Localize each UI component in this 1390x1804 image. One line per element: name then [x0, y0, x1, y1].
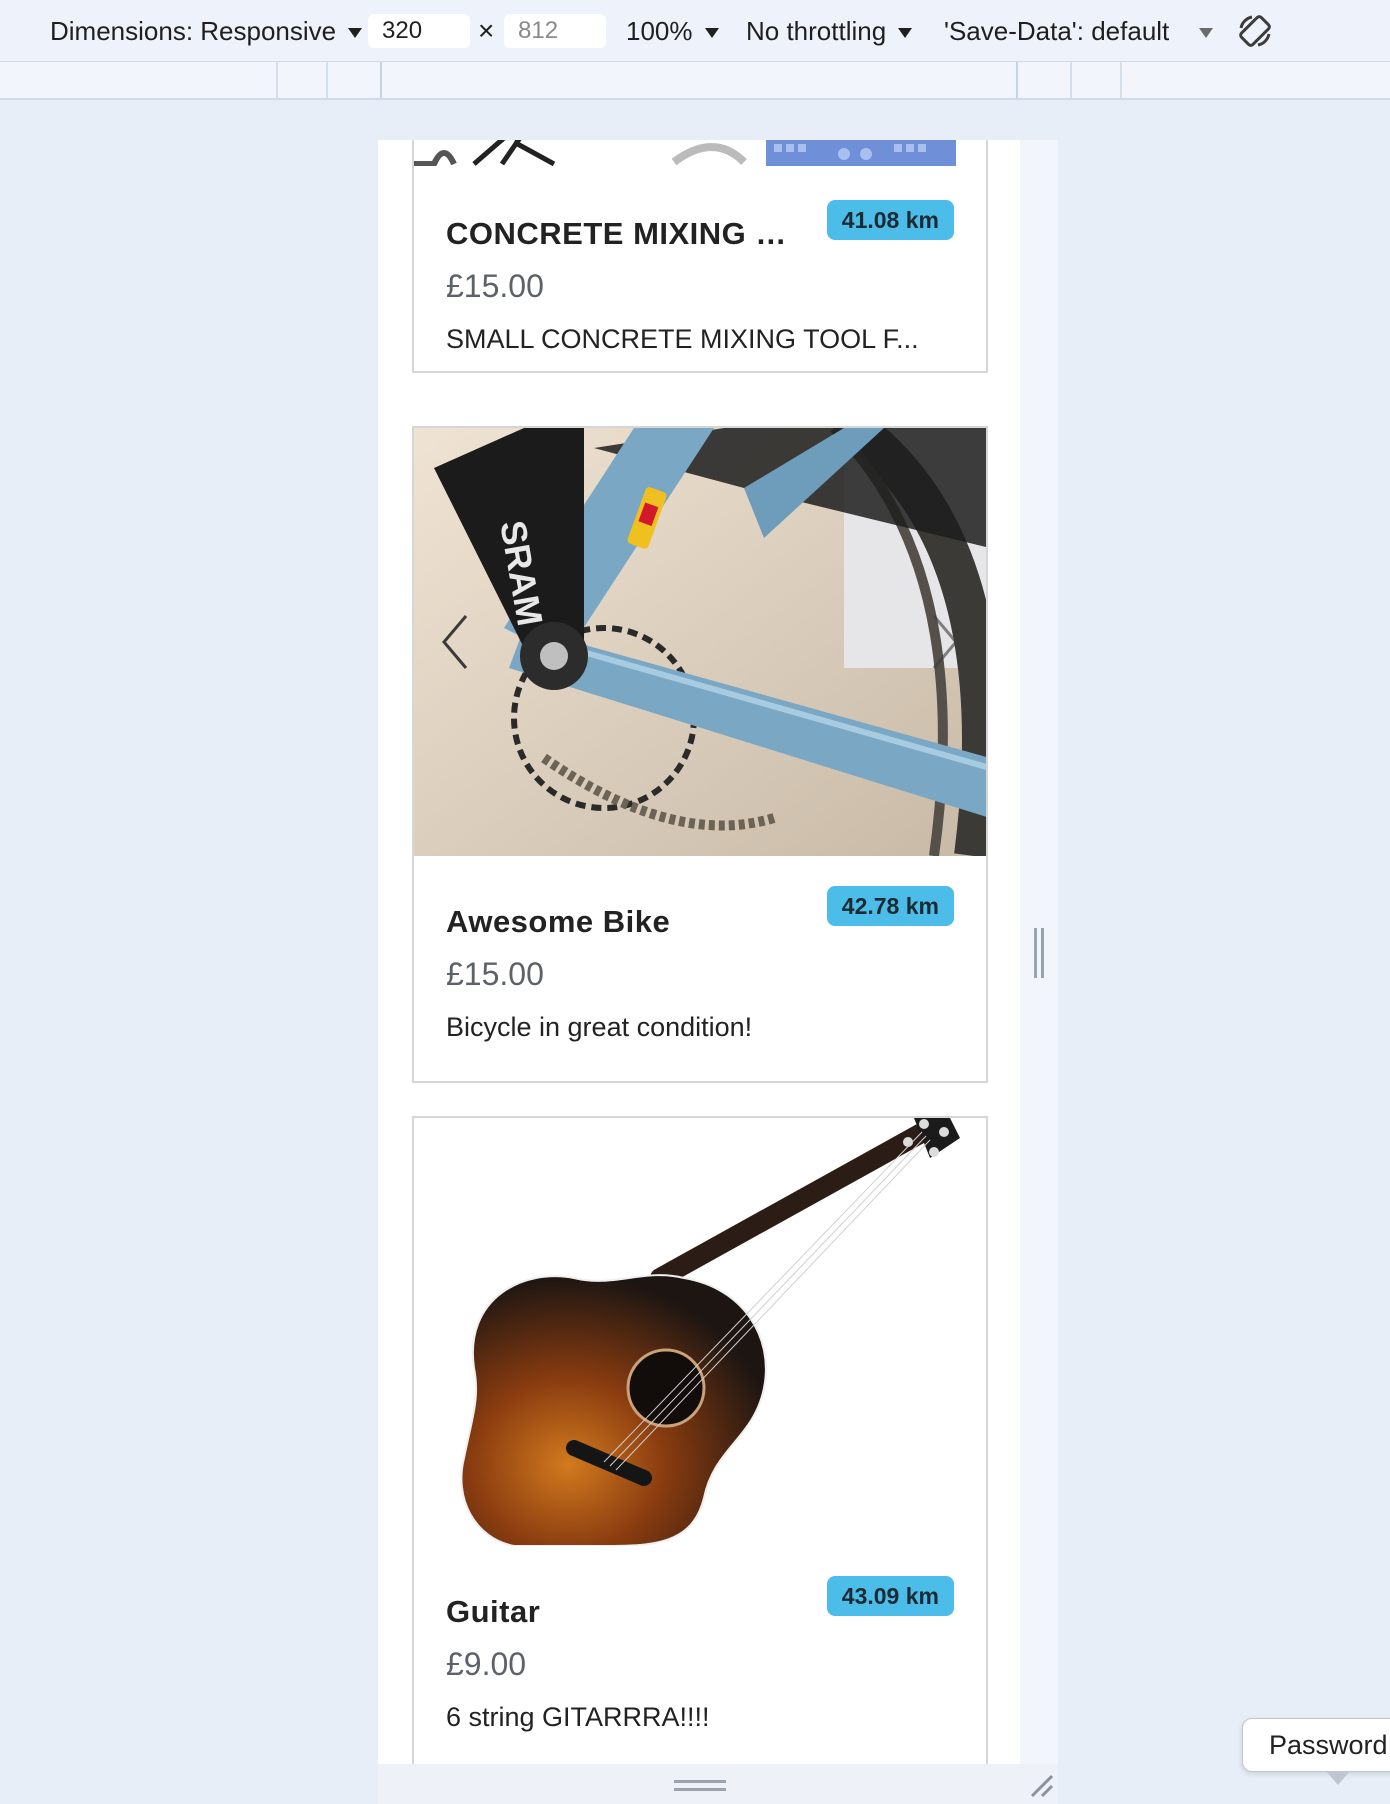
- ruler-tick: [326, 62, 328, 98]
- listing-card[interactable]: 43.09 km Guitar £9.00 6 string GITARRRA!…: [412, 1116, 988, 1764]
- height-input[interactable]: 812: [504, 14, 606, 48]
- chevron-down-icon: [348, 27, 363, 38]
- bottom-resize-strip: [378, 1764, 1058, 1804]
- zoom-label: 100%: [626, 15, 693, 46]
- listing-price: £9.00: [446, 1646, 527, 1682]
- listing-card[interactable]: SRAM 42.78 km Awesome Bike £15.00 Bicycl…: [412, 426, 988, 1083]
- rotate-icon[interactable]: [1236, 0, 1274, 62]
- corner-resize-icon[interactable]: [1028, 1772, 1054, 1798]
- tooltip-arrow: [1326, 1771, 1350, 1785]
- ruler-tick: [1016, 62, 1018, 98]
- listing-image[interactable]: [414, 140, 986, 166]
- width-input[interactable]: 320: [368, 14, 470, 48]
- listing-description: 6 string GITARRRA!!!!: [446, 1702, 710, 1732]
- bike-photo: SRAM: [414, 428, 986, 856]
- chevron-down-icon: [1199, 27, 1214, 38]
- bottom-resize-handle[interactable]: [674, 1780, 726, 1783]
- ruler-tick: [1070, 62, 1072, 98]
- ruler-tick: [276, 62, 278, 98]
- dimensions-label: Dimensions: Responsive: [50, 15, 337, 46]
- dimensions-dropdown[interactable]: Dimensions: Responsive: [50, 0, 363, 62]
- distance-badge: 41.08 km: [826, 200, 954, 240]
- save-data-label: 'Save-Data': default: [944, 15, 1170, 46]
- listing-title[interactable]: CONCRETE MIXING …: [446, 216, 787, 252]
- save-data-dropdown[interactable]: 'Save-Data': default: [944, 0, 1214, 62]
- distance-badge: 43.09 km: [826, 1576, 954, 1616]
- right-resize-handle[interactable]: [1034, 928, 1037, 978]
- listing-description: Bicycle in great condition!: [446, 1012, 753, 1042]
- chevron-right-icon[interactable]: [930, 614, 960, 670]
- listing-title[interactable]: Awesome Bike: [446, 904, 670, 940]
- throttling-dropdown[interactable]: No throttling: [746, 0, 913, 62]
- listing-title[interactable]: Guitar: [446, 1594, 540, 1630]
- throttling-label: No throttling: [746, 15, 887, 46]
- listing-image[interactable]: [414, 1118, 986, 1546]
- listing-price: £15.00: [446, 956, 544, 992]
- listing-price: £15.00: [446, 268, 544, 304]
- listing-description: SMALL CONCRETE MIXING TOOL F...: [446, 324, 919, 354]
- guitar-photo: [460, 1118, 960, 1546]
- device-viewport: 41.08 km CONCRETE MIXING … £15.00 SMALL …: [378, 140, 1020, 1764]
- listing-image[interactable]: SRAM: [414, 428, 986, 856]
- times-symbol: ×: [478, 15, 495, 46]
- zoom-dropdown[interactable]: 100%: [626, 0, 719, 62]
- media-query-ruler: [0, 62, 1390, 100]
- chevron-down-icon: [898, 27, 913, 38]
- ruler-tick: [380, 62, 382, 98]
- chevron-left-icon[interactable]: [440, 614, 470, 670]
- bottom-resize-handle[interactable]: [674, 1788, 726, 1791]
- viewport-side-gutter: [1020, 140, 1058, 1764]
- distance-badge: 42.78 km: [826, 886, 954, 926]
- device-toolbar: Dimensions: Responsive 320 × 812 100% No…: [0, 0, 1390, 62]
- chevron-down-icon: [704, 27, 719, 38]
- listing-card[interactable]: 41.08 km CONCRETE MIXING … £15.00 SMALL …: [412, 140, 988, 373]
- password-tooltip: Password: [1242, 1718, 1390, 1772]
- ruler-tick: [1120, 62, 1122, 98]
- right-resize-handle[interactable]: [1041, 928, 1044, 978]
